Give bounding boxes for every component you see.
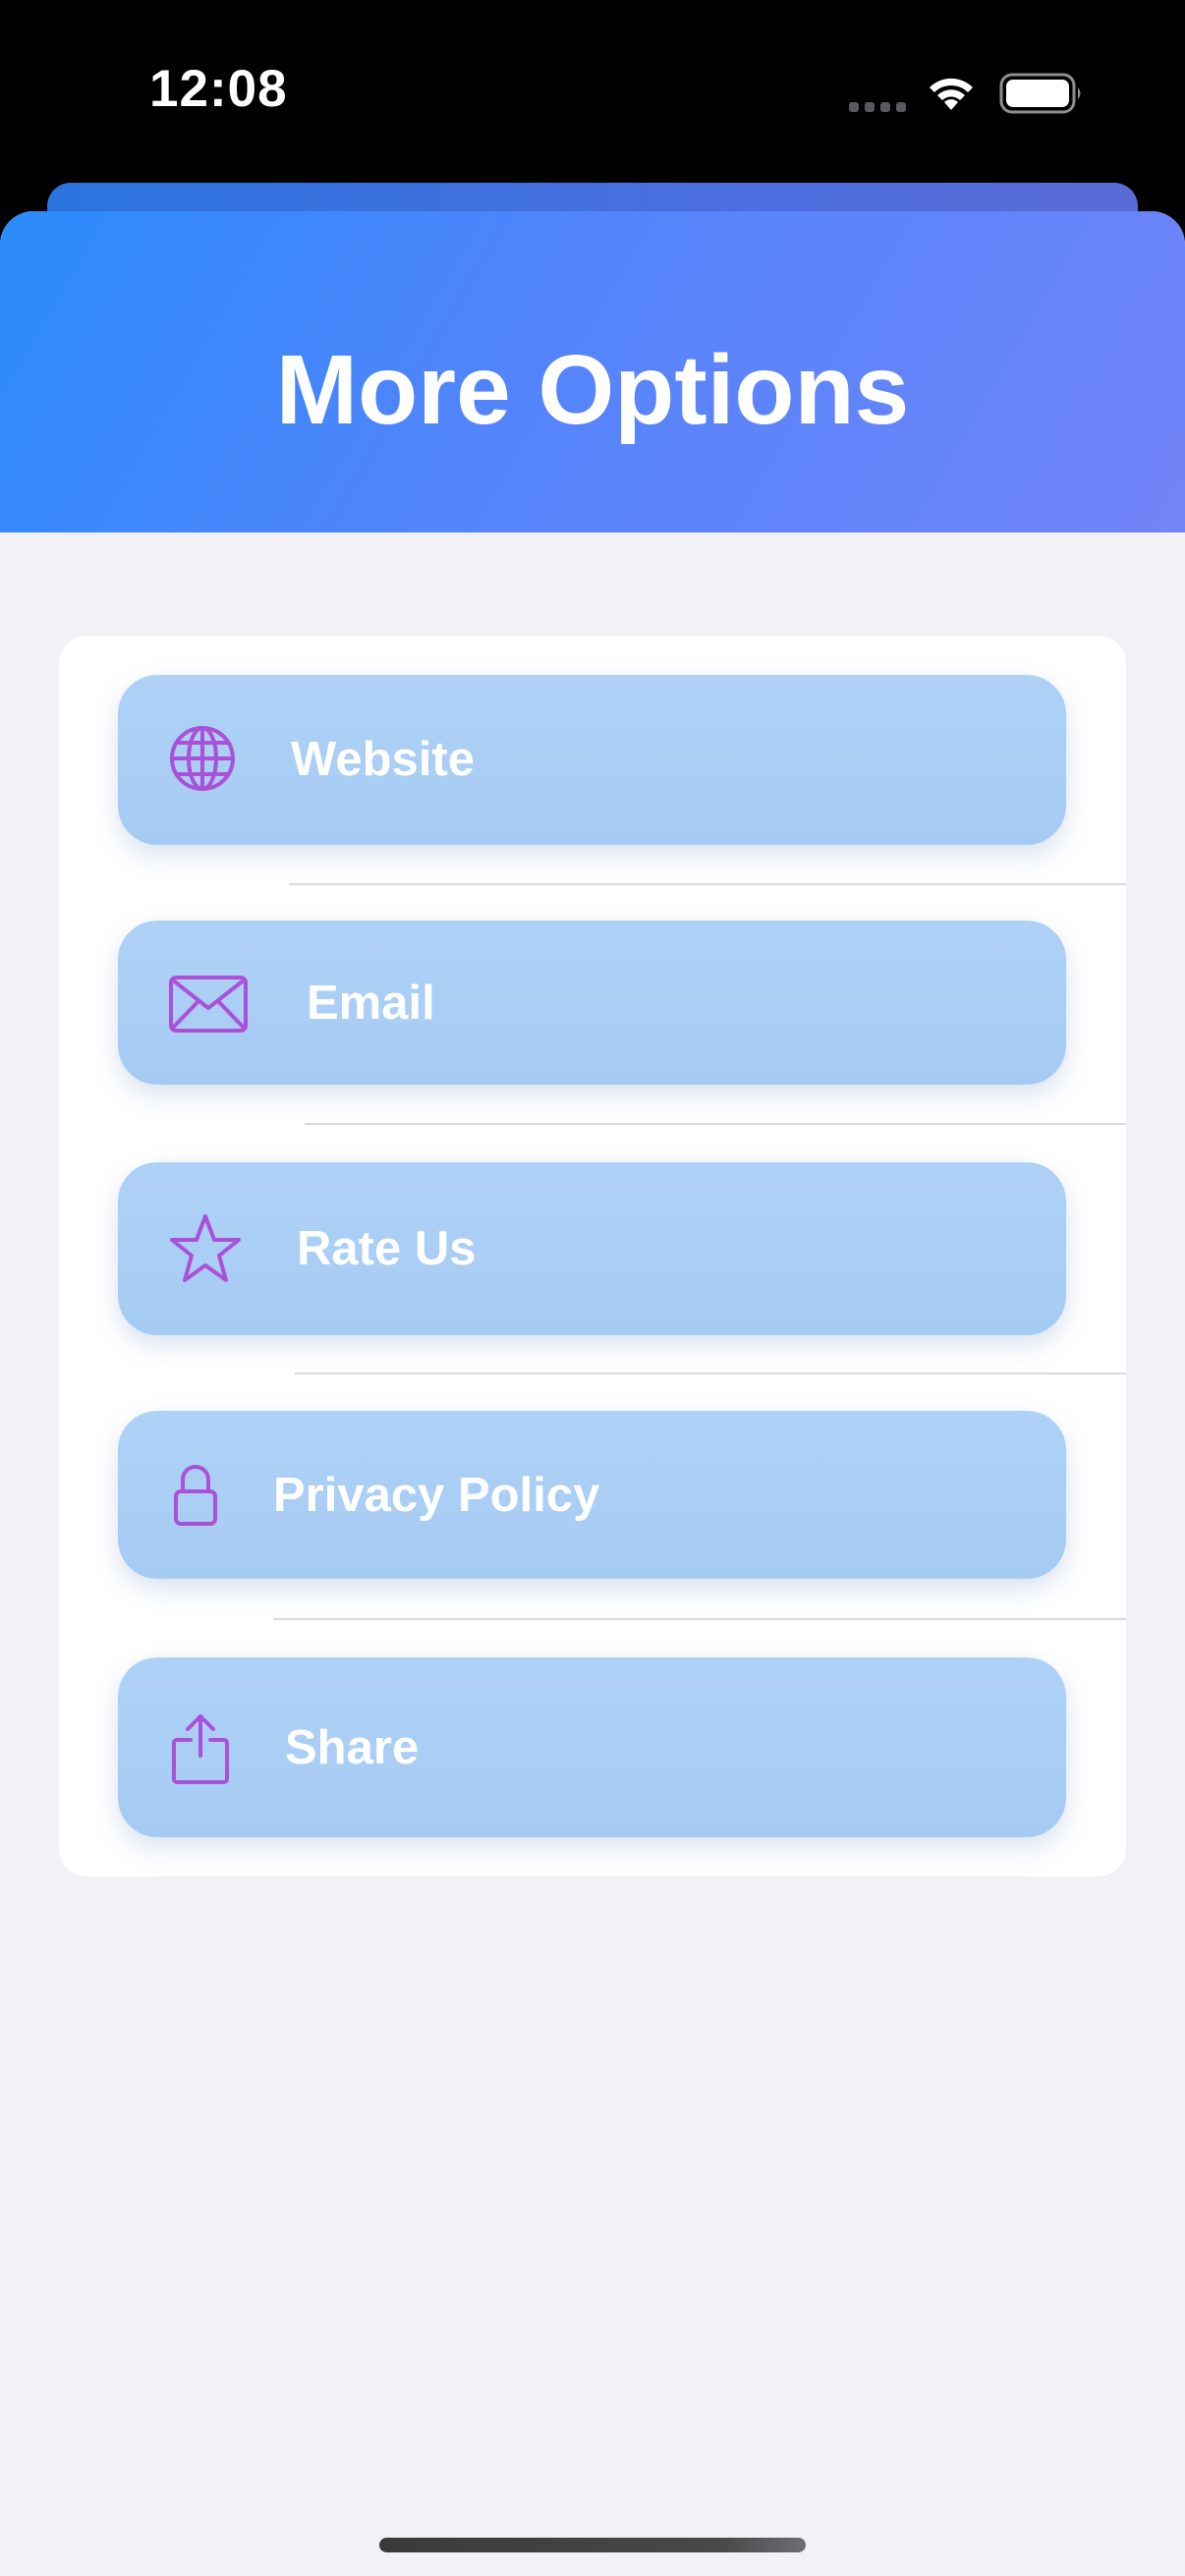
privacy-policy-label: Privacy Policy [273,1469,600,1522]
battery-icon [999,73,1081,114]
share-label: Share [285,1721,420,1774]
privacy-policy-button[interactable]: Privacy Policy [118,1411,1066,1579]
wifi-icon [930,78,973,110]
page-title: More Options [275,335,910,445]
email-label: Email [307,977,435,1030]
website-button[interactable]: Website [118,675,1066,845]
envelope-icon [169,976,248,1033]
share-icon [171,1712,230,1785]
email-button[interactable]: Email [118,921,1066,1085]
separator [295,1372,1126,1374]
separator [273,1618,1126,1620]
options-sheet: More Options Website Email Rate Us Priva… [0,211,1185,2576]
cellular-signal-icon [849,102,906,112]
share-button[interactable]: Share [118,1657,1066,1837]
home-indicator[interactable] [379,2538,806,2552]
status-time: 12:08 [149,60,288,118]
website-label: Website [291,733,475,786]
globe-icon [169,725,236,792]
header-banner: More Options [0,211,1185,532]
separator [289,883,1126,885]
status-bar: 12:08 [0,0,1185,187]
options-card: Website Email Rate Us Privacy Policy Sha… [59,636,1126,1876]
separator [305,1123,1126,1125]
rate-us-button[interactable]: Rate Us [118,1162,1066,1335]
rate-us-label: Rate Us [297,1222,477,1275]
star-icon [169,1213,242,1284]
lock-icon [173,1462,218,1527]
